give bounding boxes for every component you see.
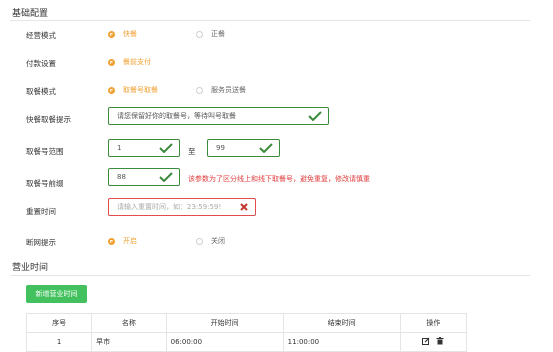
edit-icon[interactable] xyxy=(422,337,430,345)
cell-name: 早市 xyxy=(91,332,167,352)
check-icon xyxy=(308,111,322,121)
check-icon xyxy=(259,143,273,153)
radio-unchecked-icon xyxy=(196,86,203,94)
divider xyxy=(10,20,530,21)
column-header: 结束时间 xyxy=(282,313,401,333)
offline-label: 断网提示 xyxy=(26,238,56,247)
pickup-tip-input[interactable]: 请您保留好你的取餐号，等待叫号取餐 xyxy=(108,107,329,125)
mode-option-fastfood[interactable]: 快餐 xyxy=(108,29,137,39)
delete-icon[interactable] xyxy=(436,337,444,345)
number-range-label: 取餐号范围 xyxy=(26,147,64,156)
close-icon xyxy=(240,203,248,211)
pickup-option-label: 服务员送餐 xyxy=(211,86,246,94)
cell-index: 1 xyxy=(25,332,93,352)
hours-table: 序号 名称 开始时间 结束时间 操作 1 早市 06:00:00 11:00:0… xyxy=(25,313,468,352)
pickup-option-number[interactable]: 取餐号取餐 xyxy=(108,85,158,95)
payment-label: 付款设置 xyxy=(26,59,56,68)
pickup-option-waiter[interactable]: 服务员送餐 xyxy=(196,85,246,95)
pickup-tip-value: 请您保留好你的取餐号，等待叫号取餐 xyxy=(117,112,236,120)
mode-label: 经营模式 xyxy=(26,31,56,40)
pickup-option-label: 取餐号取餐 xyxy=(123,86,158,94)
payment-option-prepay[interactable]: 餐前支付 xyxy=(108,57,151,67)
section-title-basic: 基础配置 xyxy=(12,9,49,19)
mode-option-label: 快餐 xyxy=(123,30,137,38)
pickup-mode-label: 取餐模式 xyxy=(26,87,56,96)
radio-checked-icon xyxy=(108,58,115,66)
range-separator: 至 xyxy=(188,147,196,156)
prefix-value: 88 xyxy=(117,173,126,181)
prefix-input[interactable]: 88 xyxy=(108,168,180,186)
prefix-label: 取餐号前缀 xyxy=(26,179,64,188)
radio-checked-icon xyxy=(108,237,115,245)
check-icon xyxy=(159,143,173,153)
column-header: 序号 xyxy=(25,313,93,333)
table-header-row: 序号 名称 开始时间 结束时间 操作 xyxy=(25,313,468,333)
offline-option-off[interactable]: 关闭 xyxy=(196,236,225,246)
pickup-tip-label: 快餐取餐提示 xyxy=(26,115,71,124)
reset-time-label: 重置时间 xyxy=(26,207,56,216)
table-row: 1 早市 06:00:00 11:00:00 xyxy=(25,332,468,352)
add-hours-button[interactable]: 新增营业时间 xyxy=(26,285,87,303)
range-to-input[interactable]: 99 xyxy=(207,139,280,157)
column-header: 开始时间 xyxy=(165,313,284,333)
prefix-hint: 该参数为了区分线上和线下取餐号，避免重复，修改请慎重 xyxy=(188,175,370,183)
section-title-hours: 营业时间 xyxy=(12,263,49,273)
offline-option-label: 开启 xyxy=(123,237,137,245)
range-from-input[interactable]: 1 xyxy=(108,139,180,157)
cell-actions xyxy=(399,332,468,352)
radio-unchecked-icon xyxy=(196,30,203,38)
column-header: 名称 xyxy=(91,313,167,333)
payment-option-label: 餐前支付 xyxy=(123,58,151,66)
range-from-value: 1 xyxy=(117,144,122,152)
reset-time-placeholder: 请输入重置时间，如：23:59:59! xyxy=(117,203,222,211)
mode-option-label: 正餐 xyxy=(211,30,225,38)
cell-end: 11:00:00 xyxy=(282,332,401,352)
range-to-value: 99 xyxy=(216,144,225,152)
cell-start: 06:00:00 xyxy=(165,332,284,352)
mode-option-dinein[interactable]: 正餐 xyxy=(196,29,225,39)
column-header: 操作 xyxy=(399,313,468,333)
reset-time-input[interactable]: 请输入重置时间，如：23:59:59! xyxy=(108,198,256,216)
offline-option-label: 关闭 xyxy=(211,237,225,245)
check-icon xyxy=(159,172,173,182)
radio-checked-icon xyxy=(108,30,115,38)
offline-option-on[interactable]: 开启 xyxy=(108,236,137,246)
divider xyxy=(10,275,530,276)
radio-unchecked-icon xyxy=(196,237,203,245)
radio-checked-icon xyxy=(108,86,115,94)
